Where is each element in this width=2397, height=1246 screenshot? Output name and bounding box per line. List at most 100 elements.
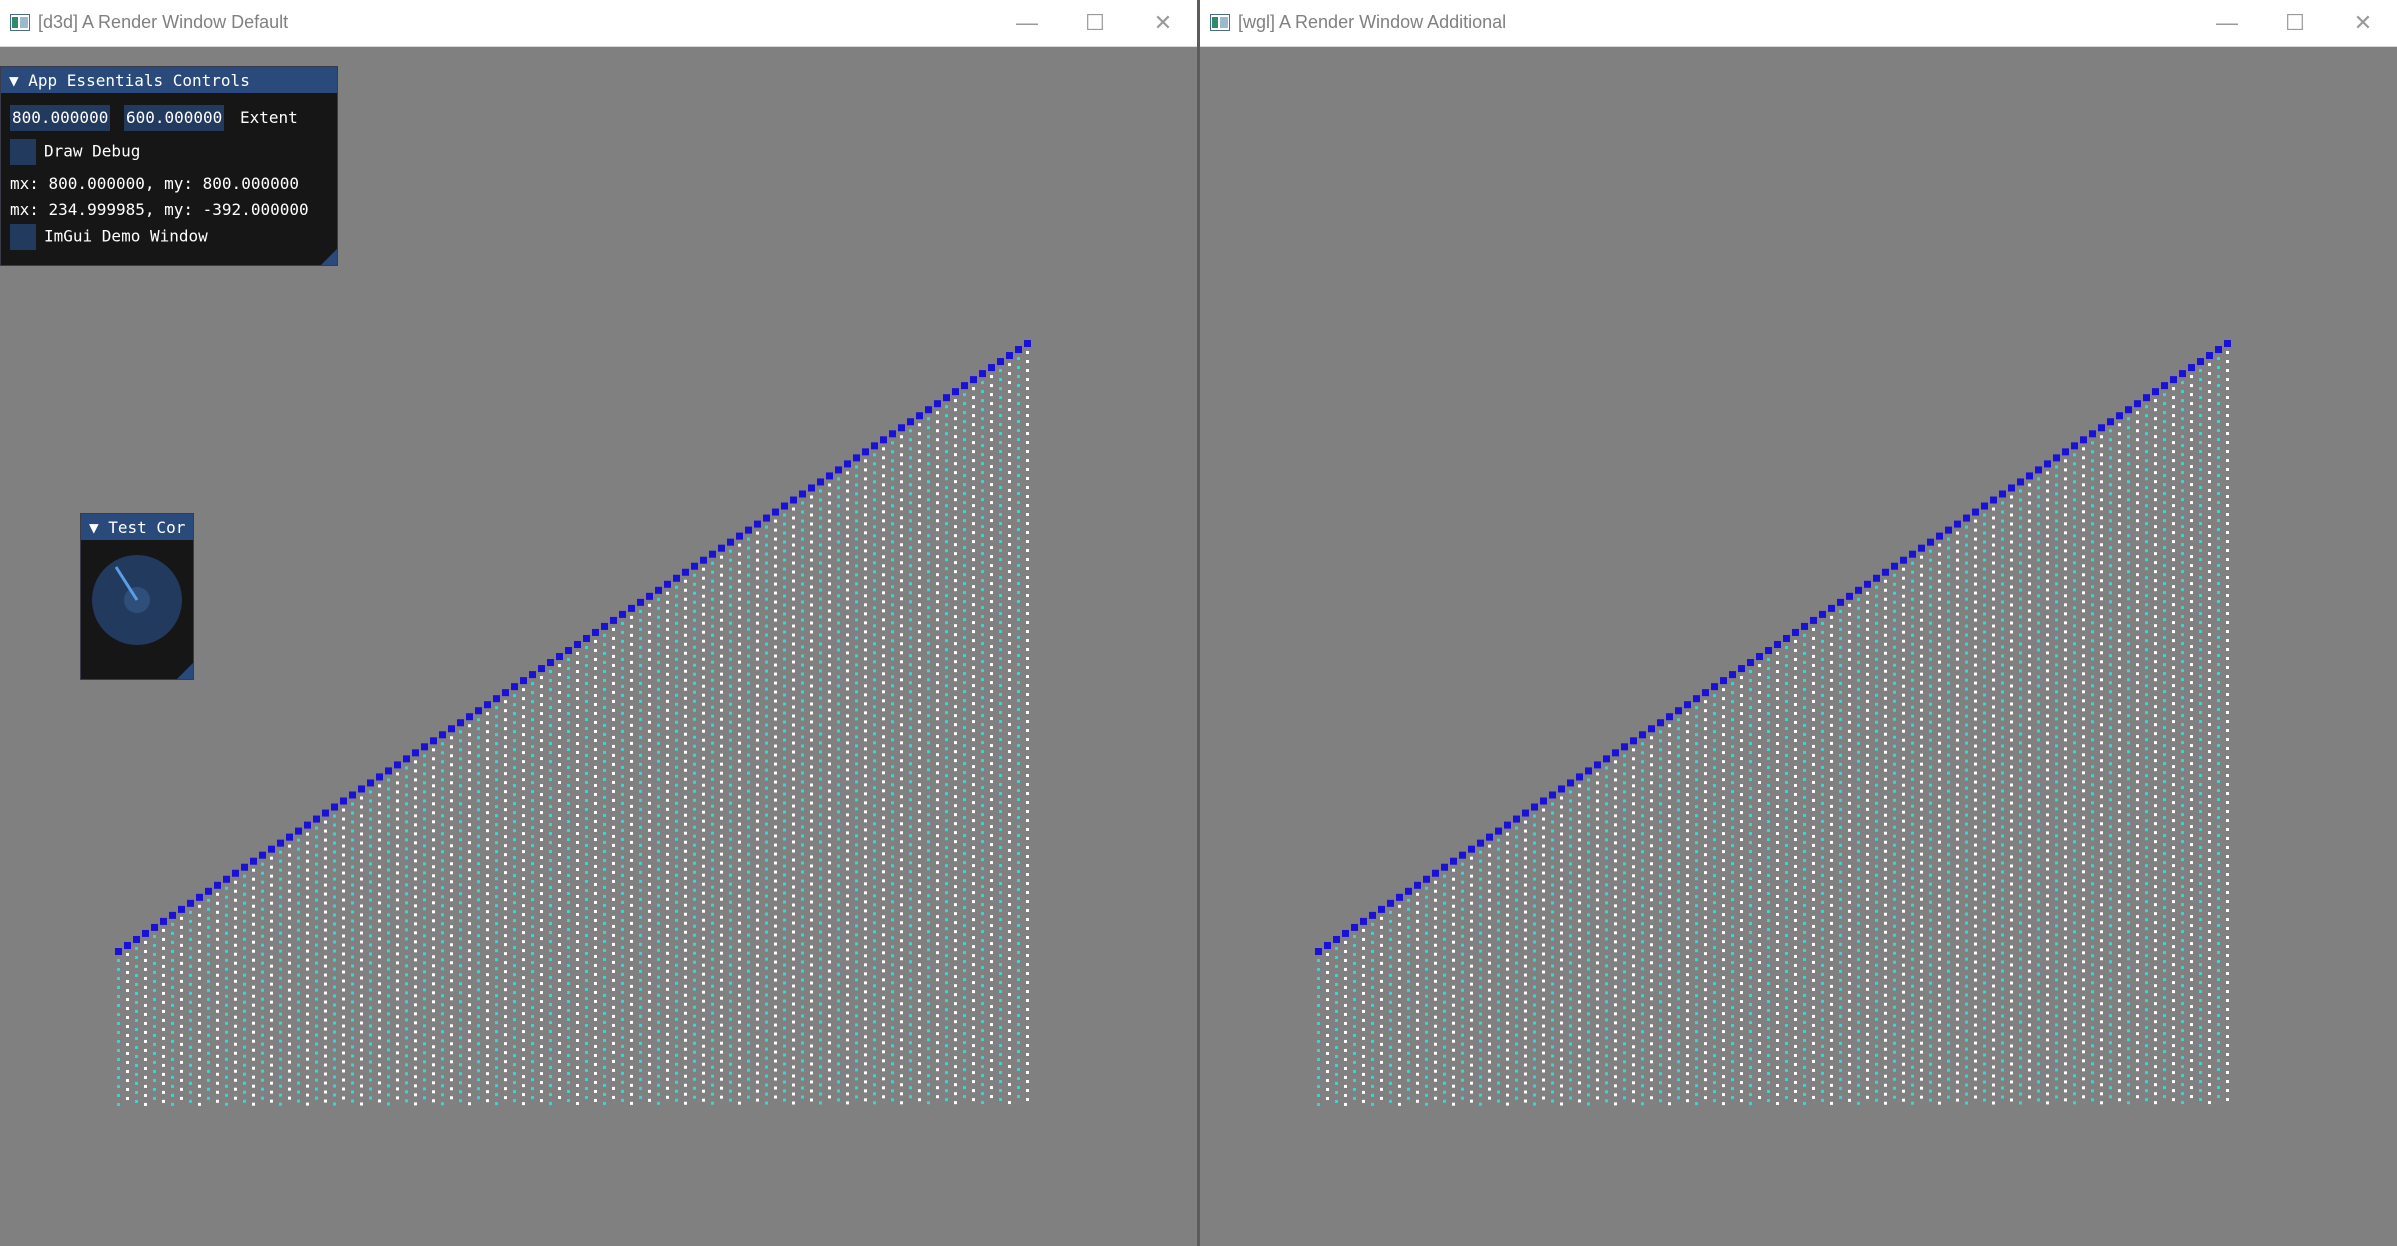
fill-pixel	[207, 1015, 210, 1019]
fill-pixel	[711, 1065, 714, 1069]
fill-pixel	[540, 766, 543, 770]
fill-pixel	[765, 984, 768, 988]
fill-pixel	[855, 591, 858, 595]
fill-pixel	[423, 781, 426, 785]
fill-pixel	[378, 1009, 381, 1013]
fill-pixel	[954, 678, 957, 682]
fill-pixel	[918, 630, 921, 634]
fill-pixel	[981, 399, 984, 403]
fill-pixel	[297, 847, 300, 851]
fill-pixel	[828, 987, 831, 991]
fill-pixel	[324, 1027, 327, 1031]
fill-pixel	[720, 1050, 723, 1054]
fill-pixel	[297, 1090, 300, 1094]
fill-pixel	[981, 858, 984, 862]
fill-pixel	[855, 555, 858, 559]
fill-pixel	[468, 949, 471, 953]
fill-pixel	[666, 753, 669, 757]
fill-pixel	[693, 636, 696, 640]
fill-pixel	[279, 868, 282, 872]
fill-pixel	[270, 964, 273, 968]
fill-pixel	[450, 799, 453, 803]
fill-pixel	[693, 627, 696, 631]
title-bar[interactable]: [d3d] A Render Window Default — ☐ ✕	[0, 0, 1197, 47]
fill-pixel	[648, 963, 651, 967]
fill-pixel	[522, 868, 525, 872]
fill-pixel	[918, 702, 921, 706]
fill-pixel	[486, 874, 489, 878]
fill-pixel	[774, 771, 777, 775]
fill-pixel	[675, 1098, 678, 1102]
fill-pixel	[567, 955, 570, 959]
fill-pixel	[576, 723, 579, 727]
fill-pixel	[837, 621, 840, 625]
fill-pixel	[531, 844, 534, 848]
fill-pixel	[918, 909, 921, 913]
fill-pixel	[477, 853, 480, 857]
fill-pixel	[909, 1059, 912, 1063]
fill-pixel	[378, 892, 381, 896]
fill-pixel	[729, 828, 732, 832]
fill-pixel	[531, 970, 534, 974]
fill-pixel	[720, 1014, 723, 1018]
fill-pixel	[963, 690, 966, 694]
fill-pixel	[765, 1002, 768, 1006]
fill-pixel	[810, 531, 813, 535]
fill-pixel	[765, 669, 768, 673]
fill-pixel	[729, 567, 732, 571]
fill-pixel	[702, 648, 705, 652]
fill-pixel	[801, 663, 804, 667]
edge-pixel	[340, 797, 347, 805]
fill-pixel	[720, 726, 723, 730]
fill-pixel	[621, 954, 624, 958]
fill-pixel	[864, 495, 867, 499]
fill-pixel	[756, 747, 759, 751]
close-button[interactable]: ✕	[1129, 0, 1197, 46]
fill-pixel	[936, 663, 939, 667]
fill-pixel	[756, 648, 759, 652]
edge-pixel	[376, 773, 383, 781]
fill-pixel	[315, 871, 318, 875]
fill-pixel	[792, 615, 795, 619]
fill-pixel	[693, 717, 696, 721]
fill-pixel	[765, 696, 768, 700]
fill-pixel	[558, 988, 561, 992]
fill-pixel	[702, 666, 705, 670]
fill-pixel	[450, 880, 453, 884]
fill-pixel	[990, 816, 993, 820]
fill-pixel	[747, 807, 750, 811]
fill-pixel	[828, 1032, 831, 1036]
fill-pixel	[477, 1078, 480, 1082]
fill-pixel	[666, 969, 669, 973]
fill-pixel	[198, 1003, 201, 1007]
fill-pixel	[882, 645, 885, 649]
fill-pixel	[891, 1071, 894, 1075]
fill-pixel	[684, 795, 687, 799]
fill-pixel	[846, 759, 849, 763]
fill-pixel	[180, 916, 183, 920]
fill-pixel	[558, 772, 561, 776]
maximize-button[interactable]: ☐	[1061, 0, 1129, 46]
fill-pixel	[612, 780, 615, 784]
fill-pixel	[864, 927, 867, 931]
fill-pixel	[909, 1005, 912, 1009]
fill-pixel	[288, 871, 291, 875]
fill-pixel	[720, 600, 723, 604]
fill-pixel	[882, 627, 885, 631]
edge-pixel	[277, 839, 284, 847]
fill-pixel	[711, 588, 714, 592]
fill-pixel	[261, 997, 264, 1001]
minimize-button[interactable]: —	[993, 0, 1061, 46]
fill-pixel	[837, 882, 840, 886]
fill-pixel	[261, 970, 264, 974]
fill-pixel	[585, 1095, 588, 1099]
fill-pixel	[396, 826, 399, 830]
fill-pixel	[855, 510, 858, 514]
fill-pixel	[648, 639, 651, 643]
fill-pixel	[504, 817, 507, 821]
fill-pixel	[873, 597, 876, 601]
fill-pixel	[162, 1072, 165, 1076]
fill-pixel	[747, 744, 750, 748]
fill-pixel	[675, 1017, 678, 1021]
fill-pixel	[603, 858, 606, 862]
